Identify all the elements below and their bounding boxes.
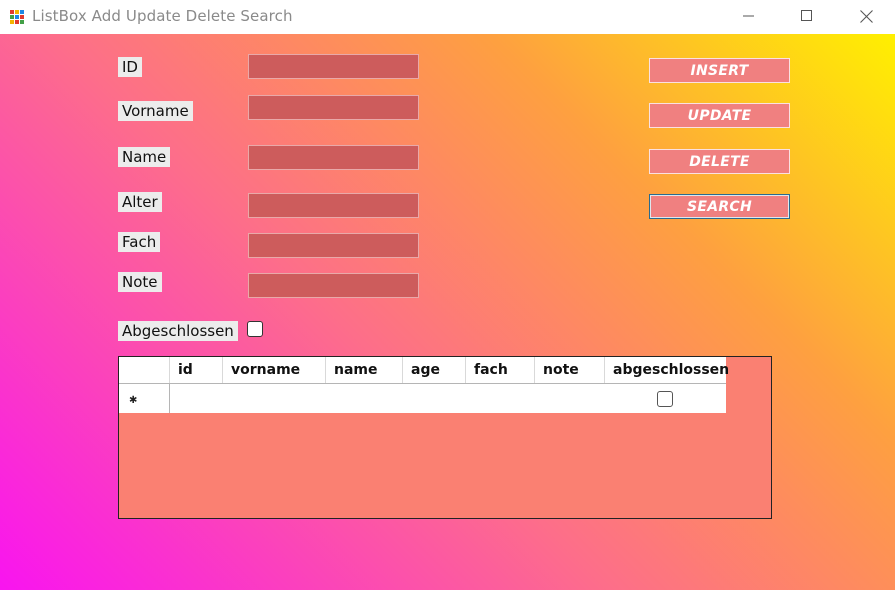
note-field[interactable] (248, 273, 419, 298)
alter-field[interactable] (248, 193, 419, 218)
new-row-icon: ✱ (129, 395, 138, 406)
data-grid[interactable]: id vorname name age fach note abgeschlos… (118, 356, 772, 519)
insert-button[interactable]: INSERT (649, 58, 790, 83)
label-alter: Alter (118, 192, 162, 212)
column-header-id[interactable]: id (170, 357, 223, 383)
window-title: ListBox Add Update Delete Search (32, 7, 293, 25)
vorname-field[interactable] (248, 95, 419, 120)
maximize-icon (801, 10, 812, 21)
grid-header: id vorname name age fach note abgeschlos… (119, 357, 729, 384)
delete-button[interactable]: DELETE (649, 149, 790, 174)
table-row[interactable]: ✱ (119, 384, 726, 413)
minimize-icon (743, 15, 754, 17)
label-id: ID (118, 57, 142, 77)
label-vorname: Vorname (118, 101, 193, 121)
maximize-button[interactable] (784, 0, 830, 32)
update-button[interactable]: UPDATE (649, 103, 790, 128)
label-fach: Fach (118, 232, 161, 252)
app-icon (10, 10, 24, 24)
row-abgeschlossen-checkbox[interactable] (657, 391, 673, 407)
label-abgeschlossen: Abgeschlossen (118, 321, 238, 341)
minimize-button[interactable] (726, 0, 772, 32)
column-header-abgeschlossen[interactable]: abgeschlossen (605, 357, 729, 383)
grid-corner-cell[interactable] (119, 357, 170, 383)
column-header-note[interactable]: note (535, 357, 605, 383)
title-bar: ListBox Add Update Delete Search (0, 0, 895, 34)
id-field[interactable] (248, 54, 419, 79)
label-note: Note (118, 272, 162, 292)
name-field[interactable] (248, 145, 419, 170)
row-header-new[interactable]: ✱ (119, 384, 170, 413)
search-button[interactable]: SEARCH (649, 194, 790, 219)
close-button[interactable] (843, 0, 889, 32)
column-header-vorname[interactable]: vorname (223, 357, 326, 383)
fach-field[interactable] (248, 233, 419, 258)
column-header-name[interactable]: name (326, 357, 403, 383)
column-header-fach[interactable]: fach (466, 357, 535, 383)
form-client-area: ID Vorname Name Alter Fach Note Abgeschl… (0, 34, 895, 590)
label-name: Name (118, 147, 171, 167)
close-icon (859, 9, 873, 23)
abgeschlossen-checkbox[interactable] (247, 321, 263, 337)
column-header-age[interactable]: age (403, 357, 466, 383)
